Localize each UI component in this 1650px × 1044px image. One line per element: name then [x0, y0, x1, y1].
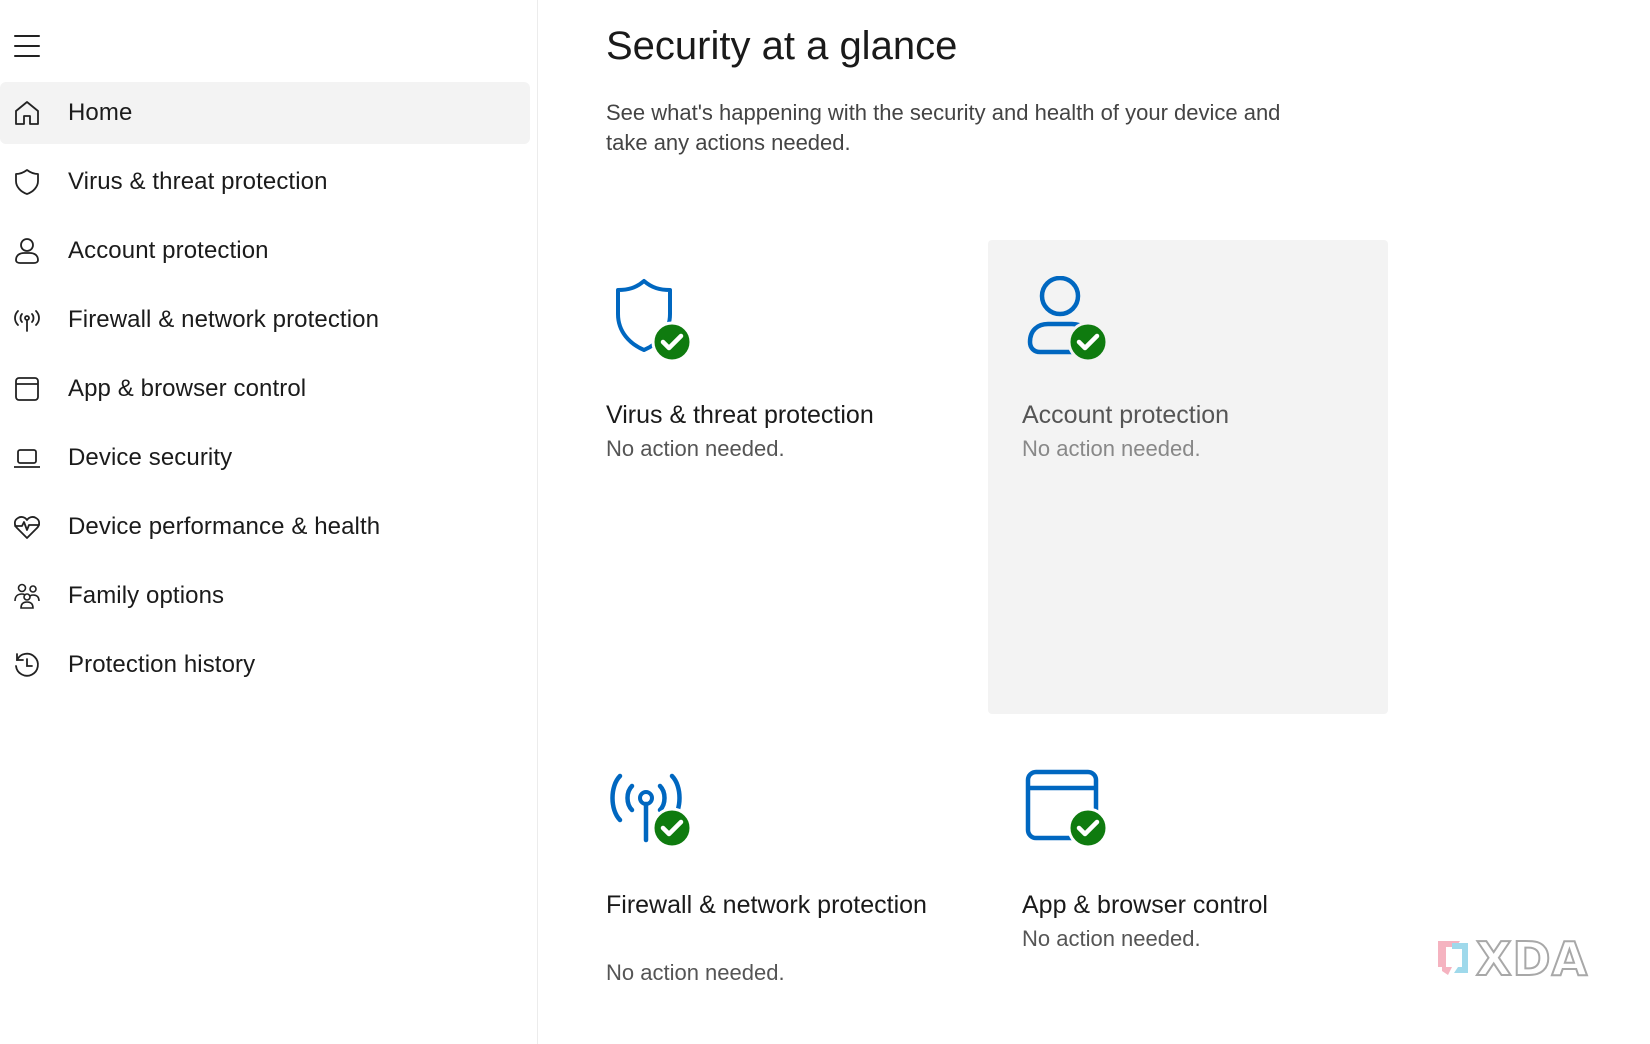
sidebar-item-account[interactable]: Account protection	[0, 220, 530, 282]
sidebar-item-label: Family options	[68, 582, 225, 609]
family-icon	[12, 581, 42, 611]
sidebar-item-label: Firewall & network protection	[68, 306, 380, 333]
windows-security-app: Home Virus & threat protection Account p…	[0, 0, 1650, 1044]
tile-title: Virus & threat protection	[606, 401, 874, 429]
tile-status: No action needed.	[606, 436, 785, 461]
sidebar-item-family[interactable]: Family options	[0, 565, 530, 627]
sidebar-item-label: Device performance & health	[68, 513, 381, 540]
person-icon	[12, 236, 42, 266]
antenna-icon	[12, 305, 42, 335]
xda-logo-icon	[1438, 941, 1468, 975]
sidebar-item-label: Virus & threat protection	[68, 168, 328, 195]
page-description: See what's happening with the security a…	[606, 100, 1281, 155]
sidebar-item-label: Account protection	[68, 237, 269, 264]
sidebar-nav: Home Virus & threat protection Account p…	[0, 82, 530, 703]
sidebar-item-app-browser[interactable]: App & browser control	[0, 358, 530, 420]
sidebar-item-label: App & browser control	[68, 375, 307, 402]
main-content: Security at a glance See what's happenin…	[538, 0, 1650, 1044]
tile-app-browser[interactable]: App & browser control No action needed.	[988, 730, 1388, 1044]
sidebar-item-label: Device security	[68, 444, 233, 471]
tile-title: App & browser control	[1022, 891, 1268, 919]
tile-account[interactable]: Account protection No action needed.	[988, 240, 1388, 714]
heart-pulse-icon	[12, 512, 42, 542]
tile-status: No action needed.	[1022, 436, 1201, 461]
history-icon	[12, 650, 42, 680]
browser-check-icon	[1022, 766, 1112, 856]
page-title: Security at a glance	[606, 24, 958, 68]
tile-firewall[interactable]: Firewall & network protection No action …	[572, 730, 972, 1044]
sidebar-item-label: Home	[68, 99, 133, 126]
tile-virus-threat[interactable]: Virus & threat protection No action need…	[572, 240, 972, 714]
tile-status: No action needed.	[606, 960, 785, 985]
xda-watermark: XDA	[1432, 931, 1589, 987]
sidebar-item-virus-threat[interactable]: Virus & threat protection	[0, 151, 530, 213]
hamburger-icon[interactable]	[12, 33, 42, 59]
watermark-text: XDA	[1475, 931, 1589, 987]
sidebar-item-firewall[interactable]: Firewall & network protection	[0, 289, 530, 351]
tile-title: Account protection	[1022, 401, 1230, 429]
sidebar-item-history[interactable]: Protection history	[0, 634, 530, 696]
shield-check-icon	[606, 276, 696, 366]
laptop-icon	[12, 443, 42, 473]
sidebar-item-device-health[interactable]: Device performance & health	[0, 496, 530, 558]
sidebar-item-device-security[interactable]: Device security	[0, 427, 530, 489]
tile-status: No action needed.	[1022, 926, 1201, 951]
tile-title: Firewall & network protection	[606, 891, 927, 919]
person-check-icon	[1022, 275, 1112, 366]
home-icon	[12, 98, 42, 128]
sidebar-item-home[interactable]: Home	[0, 82, 530, 144]
browser-window-icon	[12, 374, 42, 404]
sidebar-item-label: Protection history	[68, 651, 256, 678]
sidebar: Home Virus & threat protection Account p…	[0, 0, 538, 1044]
shield-icon	[12, 167, 42, 197]
antenna-check-icon	[606, 766, 696, 856]
